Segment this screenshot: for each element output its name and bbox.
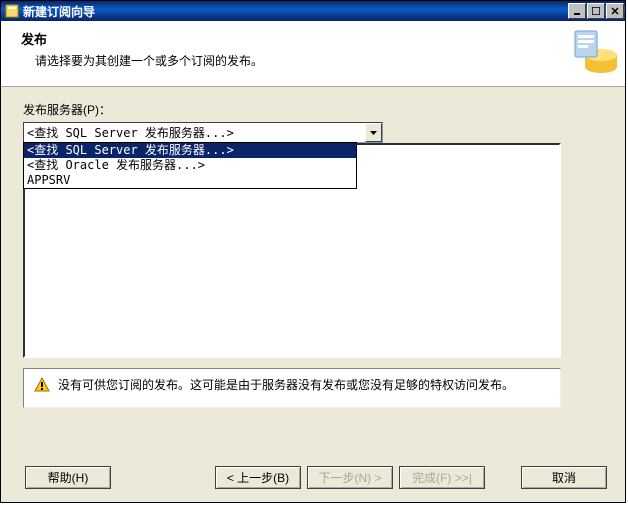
warning-text: 没有可供您订阅的发布。这可能是由于服务器没有发布或您没有足够的特权访问发布。	[58, 377, 514, 393]
page-title: 发布	[21, 29, 263, 48]
wizard-buttons: 帮助(H) < 上一步(B) 下一步(N) > 完成(F) >>| 取消	[1, 452, 625, 502]
dropdown-option[interactable]: <查找 Oracle 发布服务器...>	[24, 158, 356, 173]
server-combo-value: <查找 SQL Server 发布服务器...>	[27, 124, 234, 141]
wizard-icon	[5, 4, 19, 18]
db-banner-icon	[567, 25, 619, 81]
server-dropdown[interactable]: <查找 SQL Server 发布服务器...> <查找 Oracle 发布服务…	[23, 142, 357, 189]
server-label: 发布服务器(P)：	[23, 101, 603, 118]
server-combobox[interactable]: <查找 SQL Server 发布服务器...>	[23, 122, 383, 143]
wizard-body: 发布服务器(P)： <查找 SQL Server 发布服务器...> <查找 S…	[1, 87, 625, 452]
page-subtitle: 请选择要为其创建一个或多个订阅的发布。	[21, 52, 263, 69]
maximize-button[interactable]	[587, 3, 605, 19]
chevron-down-icon[interactable]	[365, 123, 382, 142]
next-button[interactable]: 下一步(N) >	[307, 466, 393, 489]
window-buttons	[568, 1, 625, 21]
close-button[interactable]	[606, 3, 624, 19]
dropdown-option[interactable]: <查找 SQL Server 发布服务器...>	[24, 143, 356, 158]
help-button[interactable]: 帮助(H)	[25, 466, 111, 489]
minimize-button[interactable]	[568, 3, 586, 19]
dropdown-option[interactable]: APPSRV	[24, 173, 356, 188]
server-combo-wrap: <查找 SQL Server 发布服务器...> <查找 SQL Server …	[23, 122, 603, 143]
back-button[interactable]: < 上一步(B)	[215, 466, 301, 489]
warning-panel: 没有可供您订阅的发布。这可能是由于服务器没有发布或您没有足够的特权访问发布。	[23, 368, 561, 408]
wizard-header: 发布 请选择要为其创建一个或多个订阅的发布。	[1, 21, 625, 87]
titlebar[interactable]: 新建订阅向导	[1, 1, 625, 21]
finish-button[interactable]: 完成(F) >>|	[399, 466, 485, 489]
warning-icon	[34, 377, 50, 396]
cancel-button[interactable]: 取消	[521, 466, 607, 489]
wizard-window: 新建订阅向导 发布 请选择要为其创建一个或多个订阅的发布。	[0, 0, 626, 503]
window-title: 新建订阅向导	[23, 3, 568, 20]
